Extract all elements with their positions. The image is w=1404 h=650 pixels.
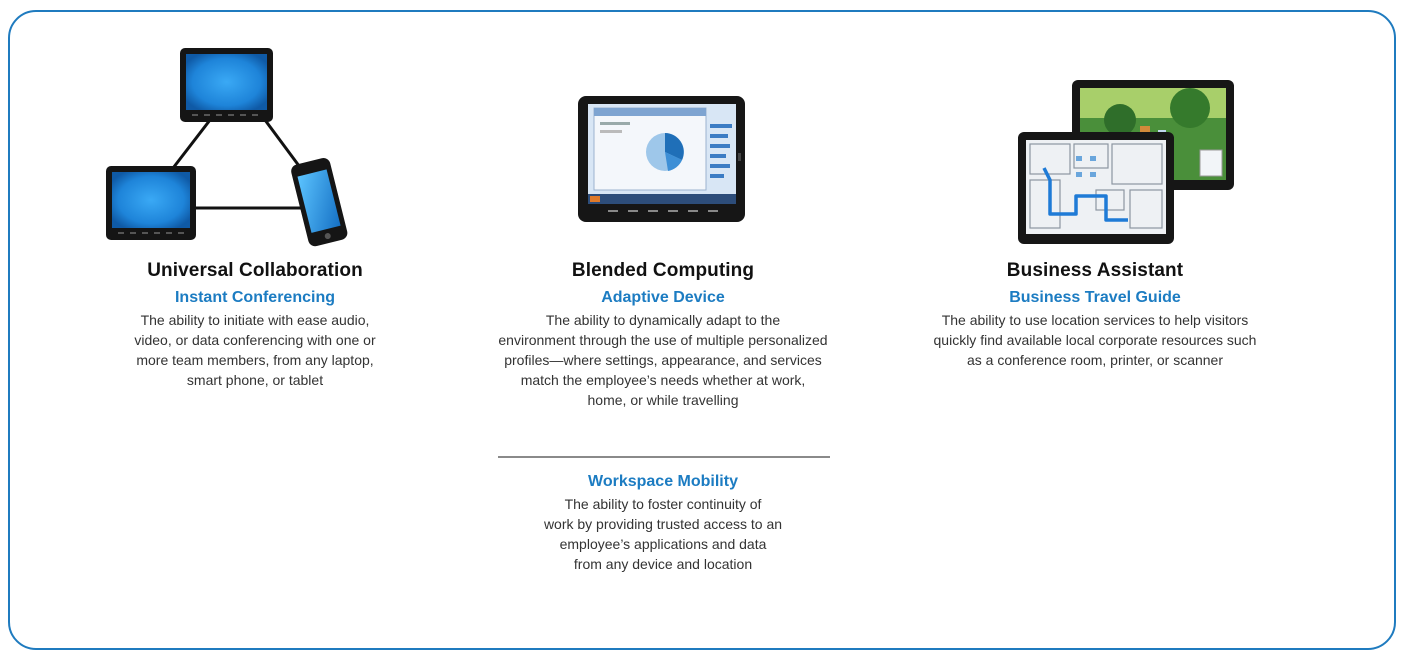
feature-description: The ability to foster continuity of work…	[543, 496, 783, 572]
tablet-dashboard-illustration	[578, 96, 745, 222]
feature-description: The ability to initiate with ease audio,…	[134, 312, 376, 388]
smartphone-icon	[291, 157, 348, 247]
feature-subtitle: Business Travel Guide	[1009, 289, 1181, 306]
feature-subtitle: Workspace Mobility	[588, 473, 738, 490]
column-title: Blended Computing	[571, 260, 755, 281]
feature-subtitle: Instant Conferencing	[174, 289, 335, 306]
tablet-icon	[1018, 132, 1174, 244]
column-title: Business Assistant	[1006, 260, 1184, 281]
tablet-icon	[180, 48, 273, 122]
feature-subtitle: Adaptive Device	[601, 289, 725, 306]
feature-description: The ability to use location services to …	[933, 312, 1257, 368]
tablet-icon	[106, 166, 196, 240]
section-divider	[498, 456, 830, 458]
column-title: Universal Collaboration	[147, 260, 363, 281]
feature-description: The ability to dynamically adapt to the …	[498, 312, 828, 408]
tablet-map-illustration	[1018, 80, 1234, 244]
tablet-icon	[578, 96, 745, 222]
connected-devices-illustration	[106, 48, 348, 247]
